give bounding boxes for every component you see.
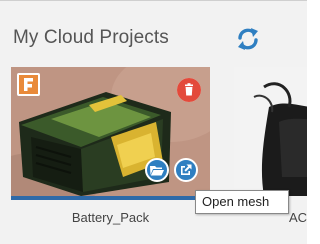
source-badge [17,73,40,96]
refresh-icon[interactable] [234,25,262,53]
folder-open-icon [150,166,164,176]
project-card[interactable]: Battery_Pack [11,67,210,233]
open-mesh-button[interactable] [174,158,198,182]
card-underline [11,196,210,200]
external-link-icon [181,164,192,175]
panel-title: My Cloud Projects [13,27,169,48]
delete-button[interactable] [177,78,201,102]
open-folder-button[interactable] [145,158,169,182]
project-name: AC [289,210,307,225]
project-thumbnail[interactable] [11,67,210,196]
project-name: Battery_Pack [71,210,150,225]
cloud-projects-panel: My Cloud Projects Battery_Pack AC Open m… [0,0,307,244]
trash-icon [177,78,201,102]
project-thumbnail[interactable] [234,67,307,196]
fusion-logo-icon [19,75,38,94]
device-image [234,67,307,196]
top-divider [0,0,307,1]
tooltip: Open mesh [195,190,289,214]
